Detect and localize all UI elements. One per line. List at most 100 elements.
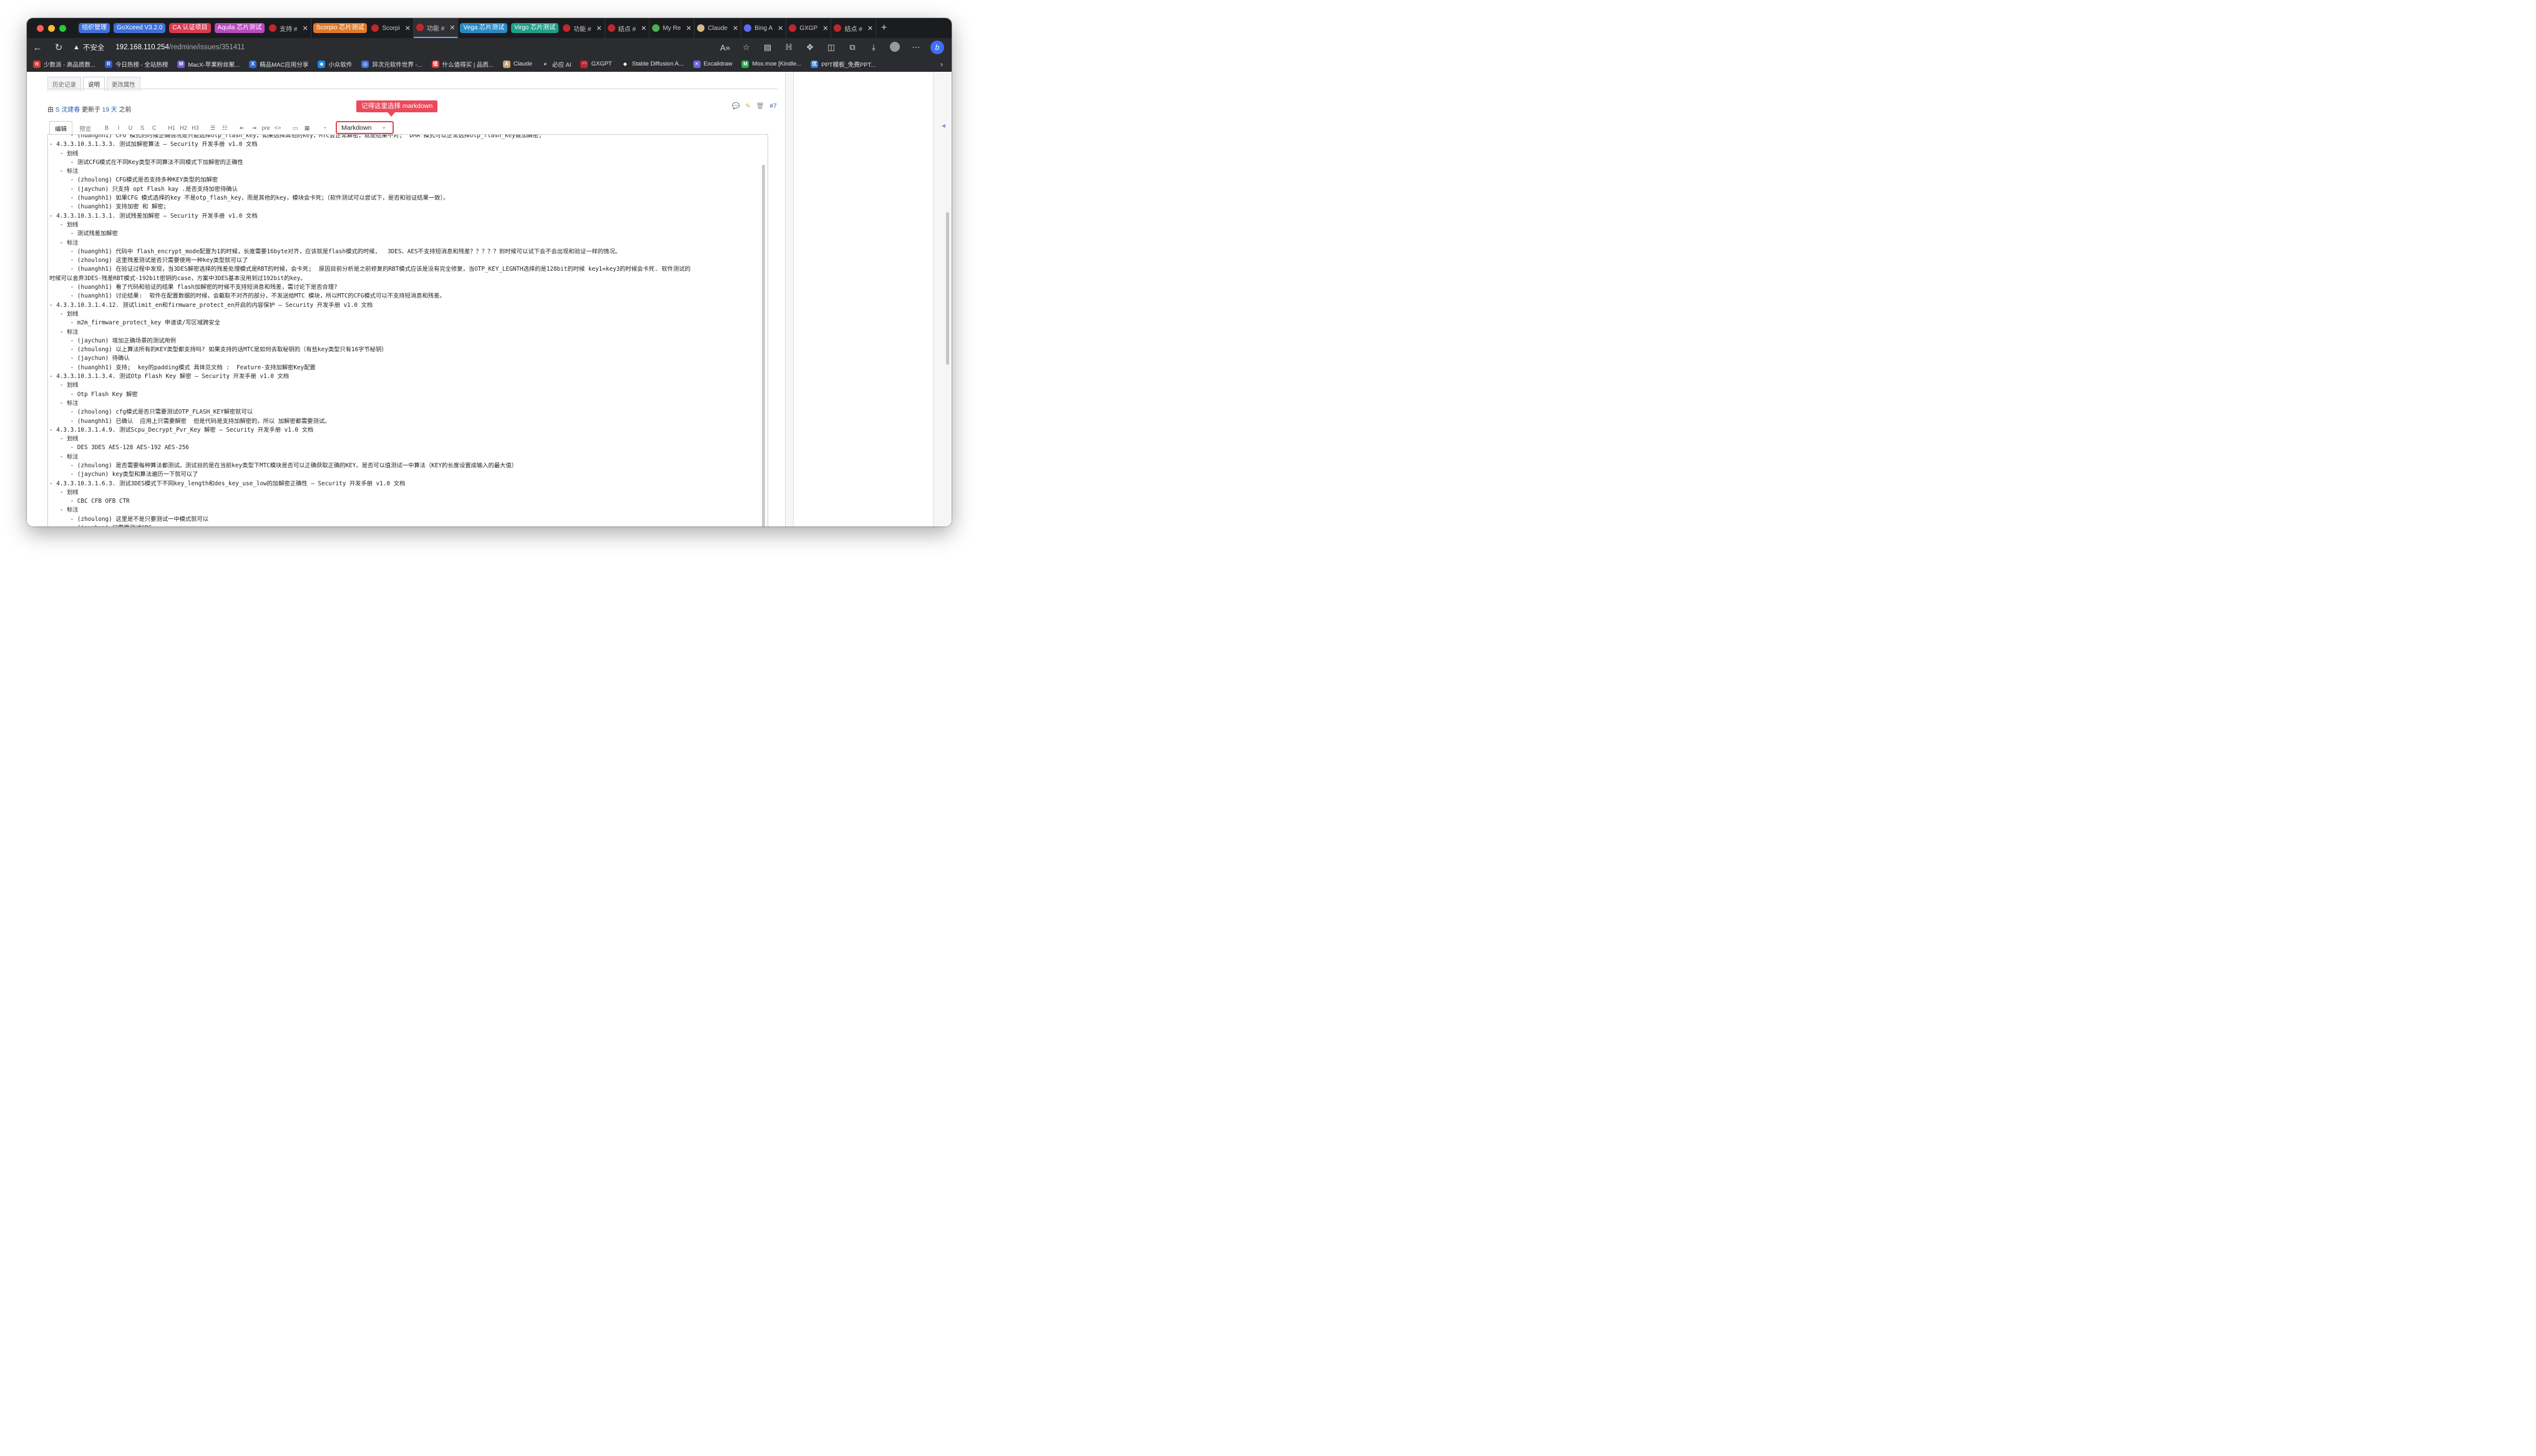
toolbar-button-21[interactable]: ◔ (319, 124, 329, 133)
close-tab-icon[interactable]: ✕ (778, 24, 783, 32)
issue-main-pane: 历史记录 说明 更改属性 由 S 沈建春 更新于 19 天 之前 💬 ✎ 🗑 #7 … (27, 72, 785, 527)
toolbar-button-8[interactable]: H3 (190, 124, 200, 133)
toolbar-button-10[interactable]: ☰ (208, 124, 218, 133)
browser-tab-6[interactable]: Scorpi ✕ (369, 18, 414, 38)
browser-tab-16[interactable]: 结点 # ✕ (831, 18, 877, 38)
tab-group-8[interactable]: Vega 芯片测试 (458, 18, 509, 38)
bookmark-label: 什么值得买 | 品质... (442, 61, 494, 69)
updated-ago-link[interactable]: 19 天 (102, 107, 117, 114)
browser-tab-4[interactable]: 支持 # ✕ (266, 18, 311, 38)
bookmark-item-7[interactable]: A Claude (502, 60, 532, 68)
toolbar-separator (314, 124, 318, 133)
bookmark-item-5[interactable]: ◎ 异次元软件世界 -... (361, 60, 422, 69)
close-tab-icon[interactable]: ✕ (867, 24, 873, 32)
close-tab-icon[interactable]: ✕ (822, 24, 828, 32)
tab-group-1[interactable]: GoXceed V3.2.0 (112, 18, 167, 38)
text-line: - DES 3DES AES-128 AES-192 AES-256 (49, 444, 189, 452)
browser-tab-14[interactable]: Bing A ✕ (741, 18, 787, 38)
tab-group-2[interactable]: CA 认证项目 (167, 18, 212, 38)
toolbar-button-19[interactable]: ▦ (302, 124, 312, 133)
more-menu-icon[interactable]: ⋯ (905, 42, 927, 52)
new-tab-icon[interactable]: + (881, 22, 887, 34)
bookmark-item-8[interactable]: ⌕ 必应 AI (541, 60, 571, 69)
close-window-button[interactable] (37, 24, 44, 32)
bing-copilot-icon[interactable]: b (927, 41, 948, 54)
close-tab-icon[interactable]: ✕ (596, 24, 602, 32)
bookmark-item-2[interactable]: M MacX-苹果粉丝聚... (177, 60, 240, 69)
back-icon[interactable]: ← (27, 42, 48, 53)
sidebar-toggle-icon[interactable]: ◀ (942, 123, 945, 129)
split-screen-icon[interactable]: ◫ (821, 42, 842, 52)
toolbar-button-4[interactable]: C (149, 124, 159, 133)
edit-pencil-icon[interactable]: ✎ (745, 103, 750, 110)
extensions-icon[interactable]: ✥ (799, 42, 821, 52)
tab-group-9[interactable]: Virgo 芯片测试 (509, 18, 560, 38)
tab-group-0[interactable]: 组织管理 (77, 18, 112, 38)
close-tab-icon[interactable]: ✕ (302, 24, 308, 32)
browser-tab-7[interactable]: 功能 # ✕ (413, 18, 459, 38)
textarea-scrollbar[interactable] (762, 165, 765, 527)
close-tab-icon[interactable]: ✕ (405, 24, 411, 32)
text-line: - (huanghh1) 代码中 flash_encrypt_mode配置为1的… (49, 248, 621, 255)
minimize-window-button[interactable] (48, 24, 55, 32)
profile-avatar[interactable] (884, 41, 905, 54)
bookmark-item-0[interactable]: π 少数派 - 高品质数... (33, 60, 95, 69)
toolbar-button-16[interactable]: <> (273, 124, 283, 133)
toolbar-button-18[interactable]: ▭ (290, 124, 300, 133)
toolbar-button-15[interactable]: pre (261, 124, 271, 133)
page-scrollbar[interactable] (946, 212, 949, 365)
toolbar-button-7[interactable]: H2 (178, 124, 188, 133)
reader-icon[interactable]: ▤ (757, 42, 778, 52)
note-number-link[interactable]: #7 (770, 103, 777, 110)
author-link[interactable]: S 沈建春 (56, 107, 80, 114)
zoom-window-button[interactable] (59, 24, 66, 32)
tab-group-5[interactable]: Scorpio 芯片测试 (311, 18, 369, 38)
browser-tab-15[interactable]: GXGP ✕ (786, 18, 832, 38)
text-line: - 划线 (49, 435, 79, 443)
tab-group-3[interactable]: Aquila 芯片测试 (213, 18, 267, 38)
text-line: - 划线 (49, 310, 79, 318)
extension-h-icon[interactable]: ℍ (778, 42, 799, 52)
close-tab-icon[interactable]: ✕ (641, 24, 646, 32)
toolbar-button-11[interactable]: ☷ (220, 124, 230, 133)
bookmarks-more-icon[interactable]: › (940, 60, 943, 69)
collections-icon[interactable]: ⧉ (842, 42, 863, 52)
toolbar-button-0[interactable]: B (102, 124, 112, 133)
read-aloud-icon[interactable]: A» (714, 43, 736, 52)
text-line: - (huanghh1) 如果CFG 模式选择的key 不是otp_flash_… (49, 195, 449, 202)
bookmark-item-12[interactable]: M Mox.moe [Kindle... (741, 60, 801, 68)
bookmark-item-1[interactable]: R 今日热榜 - 全站热榜 (104, 60, 168, 69)
comment-icon[interactable]: 💬 (732, 103, 739, 110)
text-line: - (jaychun) 只需要测试CBC (49, 524, 758, 527)
bookmark-item-11[interactable]: ✕ Excalidraw (693, 60, 732, 68)
browser-tab-13[interactable]: Claude ✕ (695, 18, 742, 38)
toolbar-button-13[interactable]: ⇤ (237, 124, 247, 133)
browser-tab-11[interactable]: 结点 # ✕ (605, 18, 650, 38)
bookmark-favicon-icon: M (177, 60, 185, 68)
close-tab-icon[interactable]: ✕ (449, 24, 455, 32)
toolbar-button-14[interactable]: ⇥ (249, 124, 259, 133)
delete-trash-icon[interactable]: 🗑 (756, 103, 764, 110)
bookmark-item-4[interactable]: ◆ 小众软件 (318, 60, 352, 69)
browser-tab-10[interactable]: 功能 # ✕ (560, 18, 605, 38)
favorite-star-icon[interactable]: ☆ (736, 42, 757, 52)
toolbar-button-1[interactable]: I (114, 124, 124, 133)
bookmark-favicon-icon: ◆ (621, 60, 629, 68)
toolbar-button-2[interactable]: U (125, 124, 135, 133)
bookmark-item-6[interactable]: 值什么值得买 | 品质... (431, 60, 494, 69)
close-tab-icon[interactable]: ✕ (686, 24, 691, 32)
bookmark-item-13[interactable]: 优 PPT模板_免费PPT... (811, 60, 875, 69)
address-bar[interactable]: ▲ 不安全 192.168.110.254/redmine/issues/351… (73, 41, 714, 54)
bookmark-item-3[interactable]: X 精品MAC应用分享 (249, 60, 308, 69)
bookmark-item-10[interactable]: ◆ Stable Diffusion A... (621, 60, 684, 68)
reload-icon[interactable]: ↻ (48, 42, 69, 53)
browser-tab-12[interactable]: My Re ✕ (650, 18, 695, 38)
bookmark-favicon-icon: M (741, 60, 749, 68)
text-format-select[interactable]: Markdown ⌄ (336, 121, 394, 134)
toolbar-button-3[interactable]: S (137, 124, 147, 133)
downloads-icon[interactable]: ⤓ (863, 42, 884, 52)
notes-textarea[interactable]: - (huanghh1) CFG 模式的时候正确情况是只能选择otp_flash… (47, 134, 768, 527)
close-tab-icon[interactable]: ✕ (733, 24, 738, 32)
toolbar-button-6[interactable]: H1 (167, 124, 177, 133)
bookmark-item-9[interactable]: ◠ GXGPT (580, 60, 612, 68)
